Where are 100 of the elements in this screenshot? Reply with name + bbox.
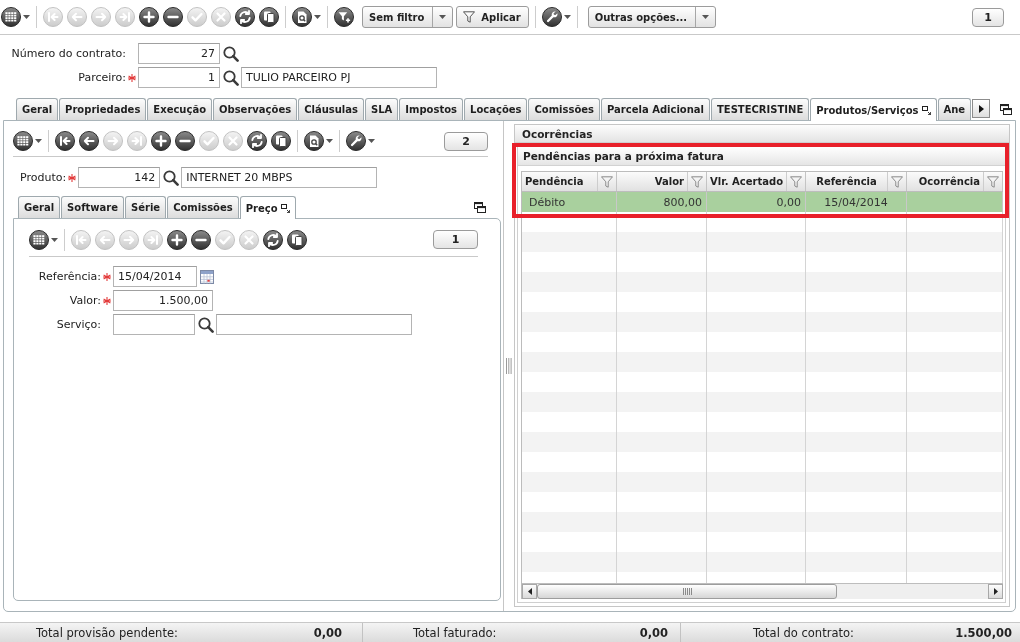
tab[interactable]: Produtos/Serviços [810, 98, 937, 121]
plus-icon [139, 7, 159, 27]
field-label: Serviço: [55, 318, 101, 331]
section-title: Pendências para a próxima fatura [518, 147, 1005, 166]
grid-menu-button[interactable] [13, 131, 42, 151]
code-field[interactable] [113, 314, 195, 335]
arrow-left-bar-icon [43, 7, 63, 27]
add-filter-button[interactable] [334, 7, 354, 27]
right-triangle-icon [978, 104, 984, 113]
refresh-button[interactable] [263, 229, 283, 250]
tab[interactable]: Preço [239, 196, 296, 219]
popout-icon[interactable] [921, 105, 931, 115]
description-field[interactable]: TULIO PARCEIRO PJ [241, 67, 437, 88]
tab[interactable]: TESTECRISTINE [711, 98, 810, 120]
minus-icon [191, 229, 211, 250]
tab[interactable]: Software [61, 196, 124, 218]
refresh-button[interactable] [247, 131, 267, 151]
tab[interactable]: Comissões [167, 196, 239, 218]
code-field[interactable]: 27 [138, 43, 220, 64]
first-record-button[interactable] [55, 131, 75, 151]
refresh-button[interactable] [235, 7, 255, 27]
arrow-left-icon [95, 229, 115, 250]
field-label: Referência: [37, 270, 101, 283]
report-menu-button[interactable] [304, 131, 333, 151]
panel-title: Ocorrências [515, 125, 1009, 143]
copy-button[interactable] [271, 131, 291, 151]
record-count-badge[interactable]: 1 [972, 7, 1004, 27]
minus-icon [163, 7, 183, 27]
table-cell-text: Débito [528, 195, 566, 209]
add-button[interactable] [167, 229, 187, 250]
minus-icon [175, 131, 195, 151]
report-menu-button[interactable] [292, 7, 321, 27]
code-field[interactable]: 142 [78, 167, 161, 188]
scroll-left-button[interactable] [522, 584, 537, 599]
caret-icon [326, 139, 333, 143]
dropdown-button[interactable]: Sem filtro [362, 6, 454, 28]
tab[interactable]: Geral [18, 196, 61, 218]
tools-menu-button[interactable] [346, 131, 375, 151]
description-field[interactable] [216, 314, 412, 335]
add-button[interactable] [139, 7, 159, 27]
amount-field[interactable]: 1.500,00 [113, 290, 213, 311]
field-label: Valor: [68, 294, 101, 307]
record-count-badge[interactable]: 1 [433, 230, 478, 249]
refresh-icon [263, 229, 283, 250]
grid-menu-button[interactable] [1, 7, 30, 27]
search-icon[interactable] [223, 45, 239, 62]
search-icon[interactable] [223, 69, 239, 86]
tab[interactable]: Ane [937, 98, 972, 120]
field-label: Produto: [20, 171, 67, 184]
copy-button[interactable] [287, 229, 307, 250]
arrow-right-icon [119, 229, 139, 250]
tools-menu-button[interactable] [541, 7, 571, 27]
code-field[interactable]: 1 [138, 67, 220, 88]
search-icon[interactable] [163, 169, 180, 186]
table-row[interactable]: Débito 800,00 0,00 15/04/2014 [522, 192, 1003, 212]
column-header[interactable]: Pendência [522, 172, 617, 191]
restore-windows-icon[interactable] [1000, 103, 1012, 115]
column-header[interactable]: Vlr. Acertado [707, 172, 806, 191]
tab[interactable]: Parcela Adicional [601, 98, 710, 120]
tab[interactable]: Execução [147, 98, 212, 120]
date-field[interactable]: 15/04/2014 [113, 266, 197, 287]
restore-windows-icon[interactable] [474, 201, 486, 213]
filter-icon[interactable] [463, 11, 476, 23]
description-field[interactable]: INTERNET 20 MBPS [181, 167, 378, 188]
remove-button[interactable] [163, 7, 183, 27]
grid-menu-button[interactable] [29, 229, 58, 250]
total-value: 0,00 [313, 625, 342, 640]
tab[interactable]: Série [125, 196, 167, 218]
arrow-right-bar-icon [115, 7, 135, 27]
previous-record-button[interactable] [79, 131, 99, 151]
caret-icon [23, 15, 30, 19]
document-icon [292, 7, 312, 27]
tab[interactable]: Observações [213, 98, 298, 120]
tab[interactable]: SLA [364, 98, 399, 120]
horizontal-scrollbar[interactable] [522, 583, 1003, 599]
tab[interactable]: Cláusulas [298, 98, 364, 120]
column-header[interactable]: Ocorrência [907, 172, 1003, 191]
scroll-tabs-button[interactable] [972, 99, 991, 118]
grip-icon[interactable] [506, 358, 512, 374]
apply-filter-button[interactable]: Aplicar [456, 6, 529, 28]
scroll-right-button[interactable] [988, 584, 1003, 599]
remove-button[interactable] [191, 229, 211, 250]
remove-button[interactable] [175, 131, 195, 151]
popout-icon[interactable] [280, 203, 290, 213]
search-icon[interactable] [198, 316, 214, 333]
copy-button[interactable] [259, 7, 279, 27]
tab[interactable]: Geral [16, 98, 59, 120]
scrollbar-thumb[interactable] [537, 584, 837, 599]
column-header[interactable]: Valor [617, 172, 707, 191]
column-header[interactable]: Referência [806, 172, 907, 191]
tab[interactable]: Impostos [399, 98, 464, 120]
x-mark-icon [211, 7, 231, 27]
left-triangle-icon [527, 588, 532, 595]
tab[interactable]: Propriedades [59, 98, 147, 120]
record-count-badge[interactable]: 2 [444, 131, 488, 151]
tab[interactable]: Locações [464, 98, 528, 120]
tab[interactable]: Comissões [528, 98, 601, 120]
add-button[interactable] [151, 131, 171, 151]
dropdown-button[interactable]: Outras opções... [587, 6, 717, 28]
calendar-icon[interactable] [200, 269, 214, 284]
